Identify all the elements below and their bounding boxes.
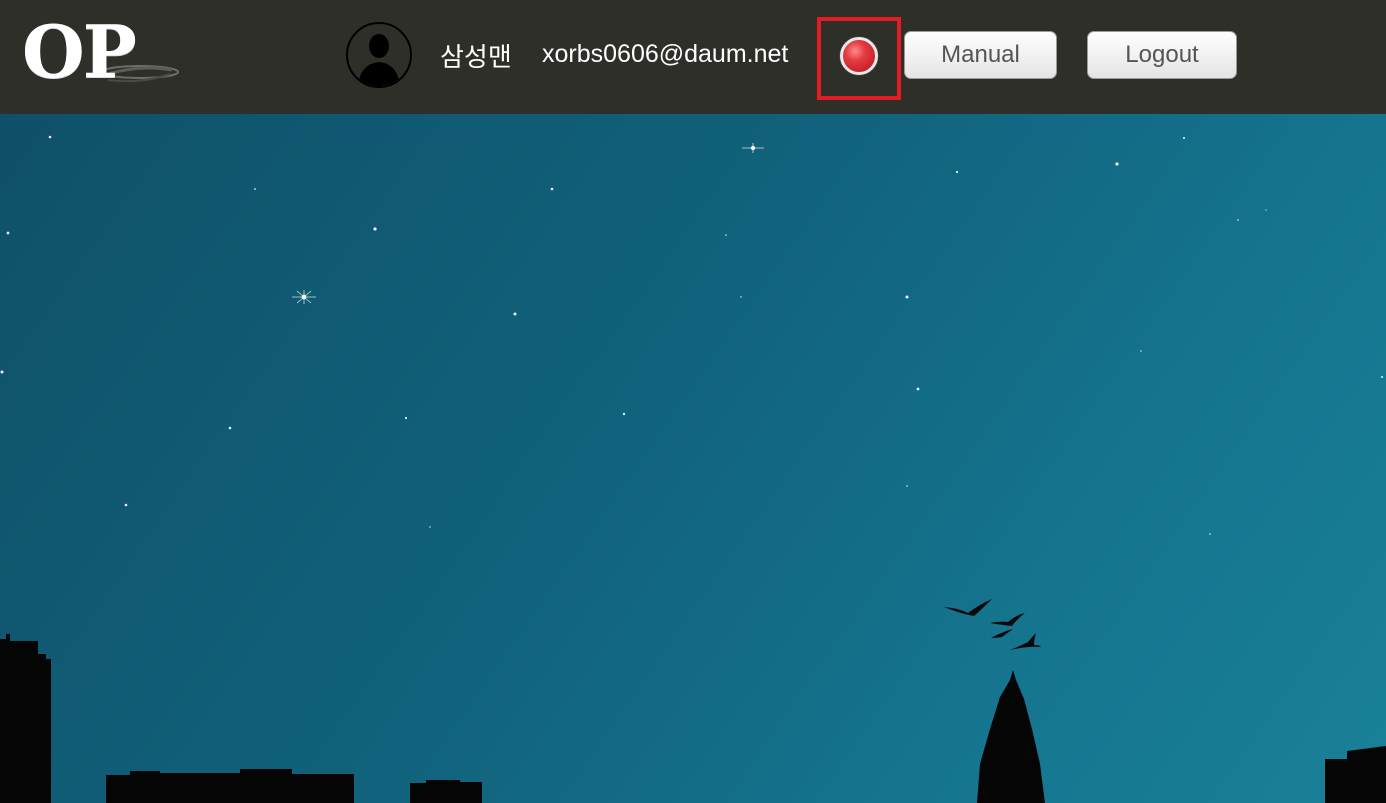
logo-text: OP bbox=[22, 9, 137, 94]
app-logo[interactable]: OP bbox=[22, 14, 182, 94]
manual-button[interactable]: Manual bbox=[904, 31, 1057, 79]
user-email: xorbs0606@daum.net bbox=[542, 40, 789, 68]
top-navigation-bar: OP 삼성맨 xorbs0606@daum.net Manual Logout bbox=[0, 0, 1386, 114]
night-sky-background bbox=[0, 114, 1386, 803]
birds bbox=[944, 599, 1041, 650]
stars bbox=[0, 135, 1383, 535]
app-page: OP 삼성맨 xorbs0606@daum.net Manual Logout bbox=[0, 0, 1386, 803]
star-flares bbox=[292, 143, 764, 304]
skyline-illustration bbox=[0, 135, 1386, 803]
user-avatar[interactable] bbox=[346, 22, 412, 88]
city-silhouette bbox=[0, 634, 1386, 803]
user-display-name: 삼성맨 bbox=[440, 42, 512, 72]
status-dot-icon[interactable] bbox=[840, 37, 878, 75]
user-silhouette-icon bbox=[349, 25, 409, 86]
logout-button[interactable]: Logout bbox=[1087, 31, 1237, 79]
